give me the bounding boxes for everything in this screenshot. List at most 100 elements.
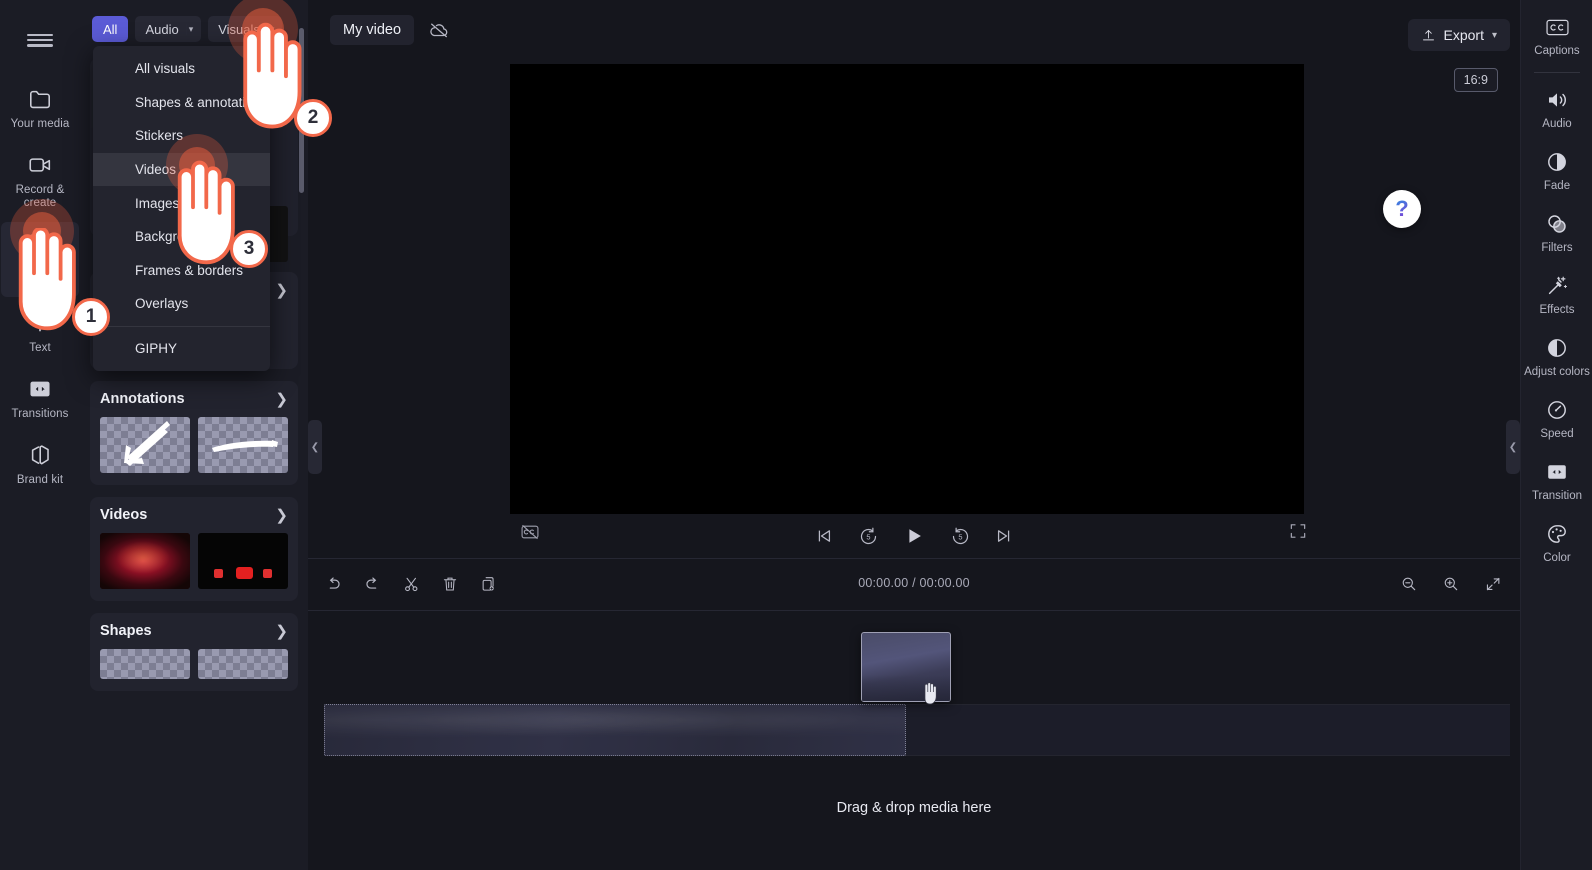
panel-scrollbar-track[interactable] (301, 14, 306, 374)
sidebar-item-effects[interactable]: Effects (1521, 263, 1592, 325)
total-time: 00:00.00 (920, 576, 970, 590)
player-controls: 5 5 (308, 518, 1520, 554)
dropdown-item-giphy[interactable]: GIPHY (93, 332, 270, 366)
chevron-right-icon[interactable]: ❯ (275, 283, 288, 298)
fullscreen-icon[interactable] (1288, 521, 1312, 543)
skip-to-end-icon[interactable] (991, 523, 1017, 549)
redo-icon[interactable] (359, 571, 385, 597)
aspect-ratio-badge[interactable]: 16:9 (1454, 68, 1498, 92)
time-separator: / (912, 576, 916, 590)
timeline-body[interactable]: Drag & drop media here (308, 610, 1520, 870)
sidebar-item-your-media[interactable]: Your media (1, 77, 79, 139)
left-sidebar-items: Your media Record & create Content libra… (0, 77, 80, 499)
left-sidebar: Your media Record & create Content libra… (0, 0, 80, 870)
sidebar-item-fade[interactable]: Fade (1521, 139, 1592, 201)
sidebar-item-text[interactable]: Text (1, 301, 79, 363)
export-button[interactable]: Export ▾ (1408, 19, 1511, 51)
duplicate-icon[interactable] (476, 571, 502, 597)
cloud-off-icon[interactable] (422, 14, 456, 46)
dropdown-item-stickers[interactable]: Stickers (93, 119, 270, 153)
zoom-out-icon[interactable] (1396, 571, 1422, 597)
dropdown-item-label: Overlays (135, 296, 188, 311)
svg-text:5: 5 (958, 532, 962, 541)
group-header[interactable]: Annotations ❯ (100, 391, 288, 407)
magic-wand-icon (1544, 273, 1570, 299)
filter-chip-label: Audio (135, 22, 185, 37)
sidebar-item-speed[interactable]: Speed (1521, 387, 1592, 449)
project-name-field[interactable]: My video (330, 15, 414, 45)
filter-chip-visuals[interactable]: Visuals ▾ (208, 16, 282, 42)
sidebar-item-transition[interactable]: Transition (1521, 449, 1592, 511)
trash-icon[interactable] (437, 571, 463, 597)
sidebar-item-color[interactable]: Color (1521, 511, 1592, 573)
filter-chip-audio[interactable]: Audio ▾ (135, 16, 201, 42)
chevron-down-icon: ▾ (1492, 30, 1497, 41)
timeline-zoom-tools (1396, 571, 1506, 597)
drop-placeholder (324, 704, 906, 756)
sidebar-item-audio[interactable]: Audio (1521, 77, 1592, 139)
collapse-left-panel-handle[interactable]: ❮ (308, 420, 322, 474)
fit-to-screen-icon[interactable] (1480, 571, 1506, 597)
tutorial-step-number: 1 (86, 306, 97, 328)
export-label: Export (1444, 27, 1484, 43)
undo-icon[interactable] (320, 571, 346, 597)
sidebar-item-transitions[interactable]: Transitions (1, 367, 79, 429)
right-sidebar-items: Audio Fade Filters Effects Adjust colors… (1521, 77, 1592, 573)
dropdown-item-label: Frames & borders (135, 263, 243, 278)
sidebar-label: Adjust colors (1524, 366, 1590, 379)
sidebar-item-brand-kit[interactable]: Brand kit (1, 433, 79, 495)
chevron-right-icon[interactable]: ❯ (275, 508, 288, 523)
sidebar-label: Effects (1540, 304, 1575, 317)
content-group-shapes: Shapes ❯ (90, 613, 298, 691)
scissors-icon[interactable] (398, 571, 424, 597)
group-header[interactable]: Shapes ❯ (100, 623, 288, 639)
annotation-arrow-thumbnail[interactable] (100, 417, 190, 473)
rewind-5s-icon[interactable]: 5 (855, 523, 881, 549)
tutorial-step-number: 3 (244, 238, 255, 260)
sidebar-item-filters[interactable]: Filters (1521, 201, 1592, 263)
annotation-underline-thumbnail[interactable] (198, 417, 288, 473)
video-thumbnails (100, 533, 288, 589)
skip-to-start-icon[interactable] (811, 523, 837, 549)
folder-icon (27, 86, 53, 112)
content-library-icon (27, 231, 53, 257)
chevron-down-icon[interactable]: ▾ (186, 24, 202, 35)
sidebar-item-captions[interactable]: Captions (1521, 0, 1592, 66)
palette-icon (1544, 521, 1570, 547)
dropdown-item-videos[interactable]: Videos (93, 153, 270, 187)
shape-thumbnail[interactable] (100, 649, 190, 679)
play-icon[interactable] (899, 521, 929, 551)
help-question-icon: ? (1395, 198, 1408, 220)
annotation-thumbnails (100, 417, 288, 473)
shape-thumbnails (100, 649, 288, 679)
help-button[interactable]: ? (1383, 190, 1421, 228)
filter-chip-all[interactable]: All (92, 16, 128, 42)
transport-controls: 5 5 (811, 521, 1017, 551)
forward-5s-icon[interactable]: 5 (947, 523, 973, 549)
dropdown-item-label: Videos (135, 162, 176, 177)
shape-thumbnail[interactable] (198, 649, 288, 679)
visuals-dropdown-menu[interactable]: All visualsShapes & annotationsStickers V… (93, 46, 270, 371)
closed-captions-off-icon[interactable] (516, 520, 544, 544)
dropdown-item-images[interactable]: Images (93, 186, 270, 220)
hamburger-menu-icon[interactable] (18, 19, 62, 53)
sidebar-item-record-create[interactable]: Record & create (1, 143, 79, 218)
chevron-down-icon[interactable]: ▾ (267, 24, 283, 35)
sidebar-item-content-library[interactable]: Content library (1, 222, 79, 297)
video-preview[interactable] (510, 64, 1304, 514)
dropdown-item-shapes-annotations[interactable]: Shapes & annotations (93, 86, 270, 120)
zoom-in-icon[interactable] (1438, 571, 1464, 597)
video-thumbnail[interactable] (198, 533, 288, 589)
dropdown-item-overlays[interactable]: Overlays (93, 287, 270, 321)
chevron-right-icon[interactable]: ❯ (275, 624, 288, 639)
sidebar-item-adjust-colors[interactable]: Adjust colors (1521, 325, 1592, 387)
video-thumbnail[interactable] (100, 533, 190, 589)
sidebar-item-label: Brand kit (17, 474, 63, 487)
timeline-top-border (308, 610, 1520, 611)
video-camera-icon (27, 152, 53, 178)
group-header[interactable]: Videos ❯ (100, 507, 288, 523)
collapse-right-panel-handle[interactable]: ❮ (1506, 420, 1520, 474)
sidebar-label: Captions (1534, 45, 1579, 58)
chevron-right-icon[interactable]: ❯ (275, 392, 288, 407)
dropdown-item-all-visuals[interactable]: All visuals (93, 52, 270, 86)
